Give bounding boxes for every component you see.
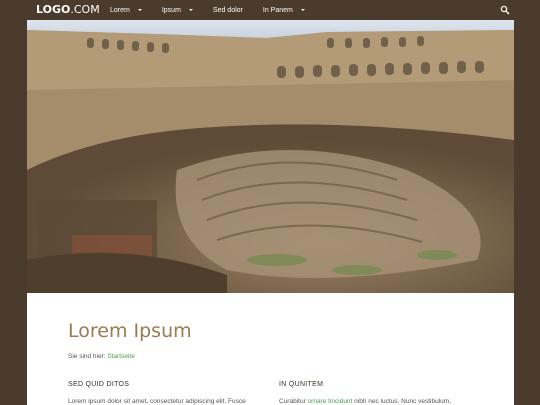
nav-item-ipsum[interactable]: Ipsum xyxy=(152,0,203,20)
chevron-down-icon xyxy=(188,9,193,11)
nav-item-sed-dolor[interactable]: Sed dolor xyxy=(203,0,253,20)
column-heading-1: SED QUID DITOS xyxy=(68,381,130,388)
nav-item-lorem[interactable]: Lorem xyxy=(100,0,152,20)
logo[interactable]: LOGO.COM xyxy=(36,2,100,17)
inline-link[interactable]: ornare tincidunt xyxy=(308,398,353,405)
main-nav: Lorem Ipsum Sed dolor In Panem xyxy=(100,0,315,20)
column-text-1: Lorem ipsum dolor sit amet, consectetur … xyxy=(68,398,246,405)
breadcrumb: Sie sind hier: Startseite xyxy=(68,353,135,360)
chevron-down-icon xyxy=(300,9,305,11)
search-icon[interactable] xyxy=(500,5,510,15)
breadcrumb-link-home[interactable]: Startseite xyxy=(107,353,134,360)
top-navbar: LOGO.COM Lorem Ipsum Sed dolor In Panem xyxy=(0,0,540,20)
column-heading-2: IN QUNITEM xyxy=(279,381,324,388)
chevron-down-icon xyxy=(137,9,142,11)
hero-image xyxy=(27,20,514,293)
column-text-2: Curabitur ornare tincidunt nibh nec luct… xyxy=(279,398,451,405)
page-title: Lorem Ipsum xyxy=(68,320,192,342)
colosseum-photo xyxy=(27,20,514,293)
nav-item-in-panem[interactable]: In Panem xyxy=(253,0,315,20)
content-panel: Lorem Ipsum Sie sind hier: Startseite SE… xyxy=(27,293,514,405)
